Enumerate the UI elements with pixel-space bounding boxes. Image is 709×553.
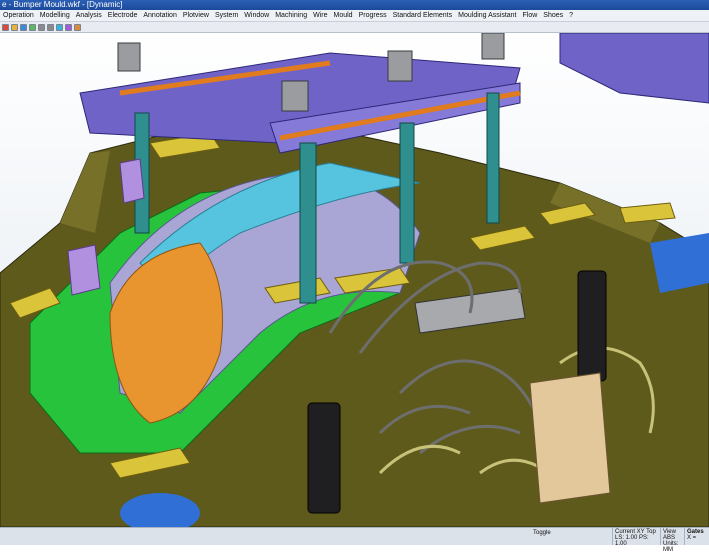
menu-electrode[interactable]: Electrode xyxy=(105,10,141,21)
view-abs-cell: View ABS Units: MM xyxy=(660,528,684,553)
menu-shoes[interactable]: Shoes xyxy=(540,10,566,21)
undo-icon[interactable] xyxy=(38,23,45,31)
ls-ps: LS: 1.00 PS: 1.00 xyxy=(615,535,649,547)
toggle-label[interactable]: Toggle xyxy=(533,529,551,537)
menu-moulding-assistant[interactable]: Moulding Assistant xyxy=(455,10,519,21)
redo-icon[interactable] xyxy=(47,23,54,31)
view-cell: Current XY Top LS: 1.00 PS: 1.00 xyxy=(612,528,660,547)
menu-plotview[interactable]: Plotview xyxy=(180,10,212,21)
menu-system[interactable]: System xyxy=(212,10,241,21)
new-icon[interactable] xyxy=(2,23,9,31)
save-icon[interactable] xyxy=(20,23,27,31)
menu-wire[interactable]: Wire xyxy=(310,10,330,21)
cad-viewport[interactable] xyxy=(0,33,709,527)
status-bar: Toggle Current XY Top LS: 1.00 PS: 1.00 … xyxy=(0,527,709,553)
window-title: e - Bumper Mould.wkf - [Dynamic] xyxy=(2,0,123,9)
menu-analysis[interactable]: Analysis xyxy=(73,10,105,21)
units: Units: MM xyxy=(663,541,679,553)
menu-operation[interactable]: Operation xyxy=(0,10,37,21)
toolbar xyxy=(0,22,709,33)
menu-window[interactable]: Window xyxy=(241,10,272,21)
menu-flow[interactable]: Flow xyxy=(520,10,541,21)
menu-[interactable]: ? xyxy=(566,10,576,21)
view-abs: View ABS xyxy=(663,529,676,541)
menu-machining[interactable]: Machining xyxy=(272,10,310,21)
menu-modelling[interactable]: Modelling xyxy=(37,10,73,21)
rotate-icon[interactable] xyxy=(65,23,72,31)
menu-progress[interactable]: Progress xyxy=(356,10,390,21)
pan-icon[interactable] xyxy=(74,23,81,31)
coord: X = xyxy=(687,535,697,541)
menu-mould[interactable]: Mould xyxy=(331,10,356,21)
print-icon[interactable] xyxy=(29,23,36,31)
title-bar: e - Bumper Mould.wkf - [Dynamic] xyxy=(0,0,709,10)
menu-bar: Operation Modelling Analysis Electrode Annot… xyxy=(0,10,709,22)
menu-standard-elements[interactable]: Standard Elements xyxy=(390,10,456,21)
zoom-icon[interactable] xyxy=(56,23,63,31)
open-icon[interactable] xyxy=(11,23,18,31)
mould-model[interactable] xyxy=(0,33,709,527)
gates-cell: Gates X = xyxy=(684,528,709,545)
menu-annotation[interactable]: Annotation xyxy=(140,10,179,21)
